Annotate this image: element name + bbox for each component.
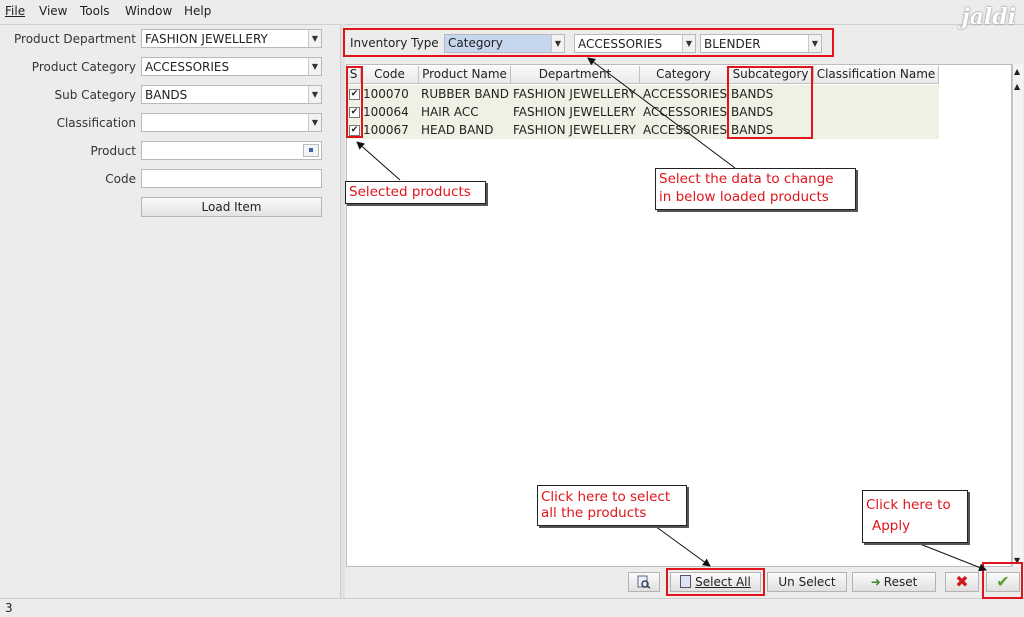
apply-line1: Click here to	[866, 497, 951, 513]
change-data-callout: Select the data to change in below loade…	[655, 168, 856, 210]
change-data-line2: in below loaded products	[659, 189, 829, 205]
change-data-line1: Select the data to change	[659, 171, 834, 187]
apply-line2: Apply	[872, 518, 911, 534]
apply-callout: Click here to Apply	[862, 490, 968, 543]
select-all-line1: Click here to select	[541, 489, 671, 505]
arrow-selected	[356, 141, 401, 181]
select-all-line2: all the products	[541, 505, 647, 521]
selected-products-callout: Selected products	[345, 181, 486, 204]
arrow-apply	[919, 543, 987, 572]
select-all-callout: Click here to select all the products	[537, 485, 687, 526]
arrow-change	[587, 57, 736, 169]
arrow-select-all	[654, 525, 711, 567]
